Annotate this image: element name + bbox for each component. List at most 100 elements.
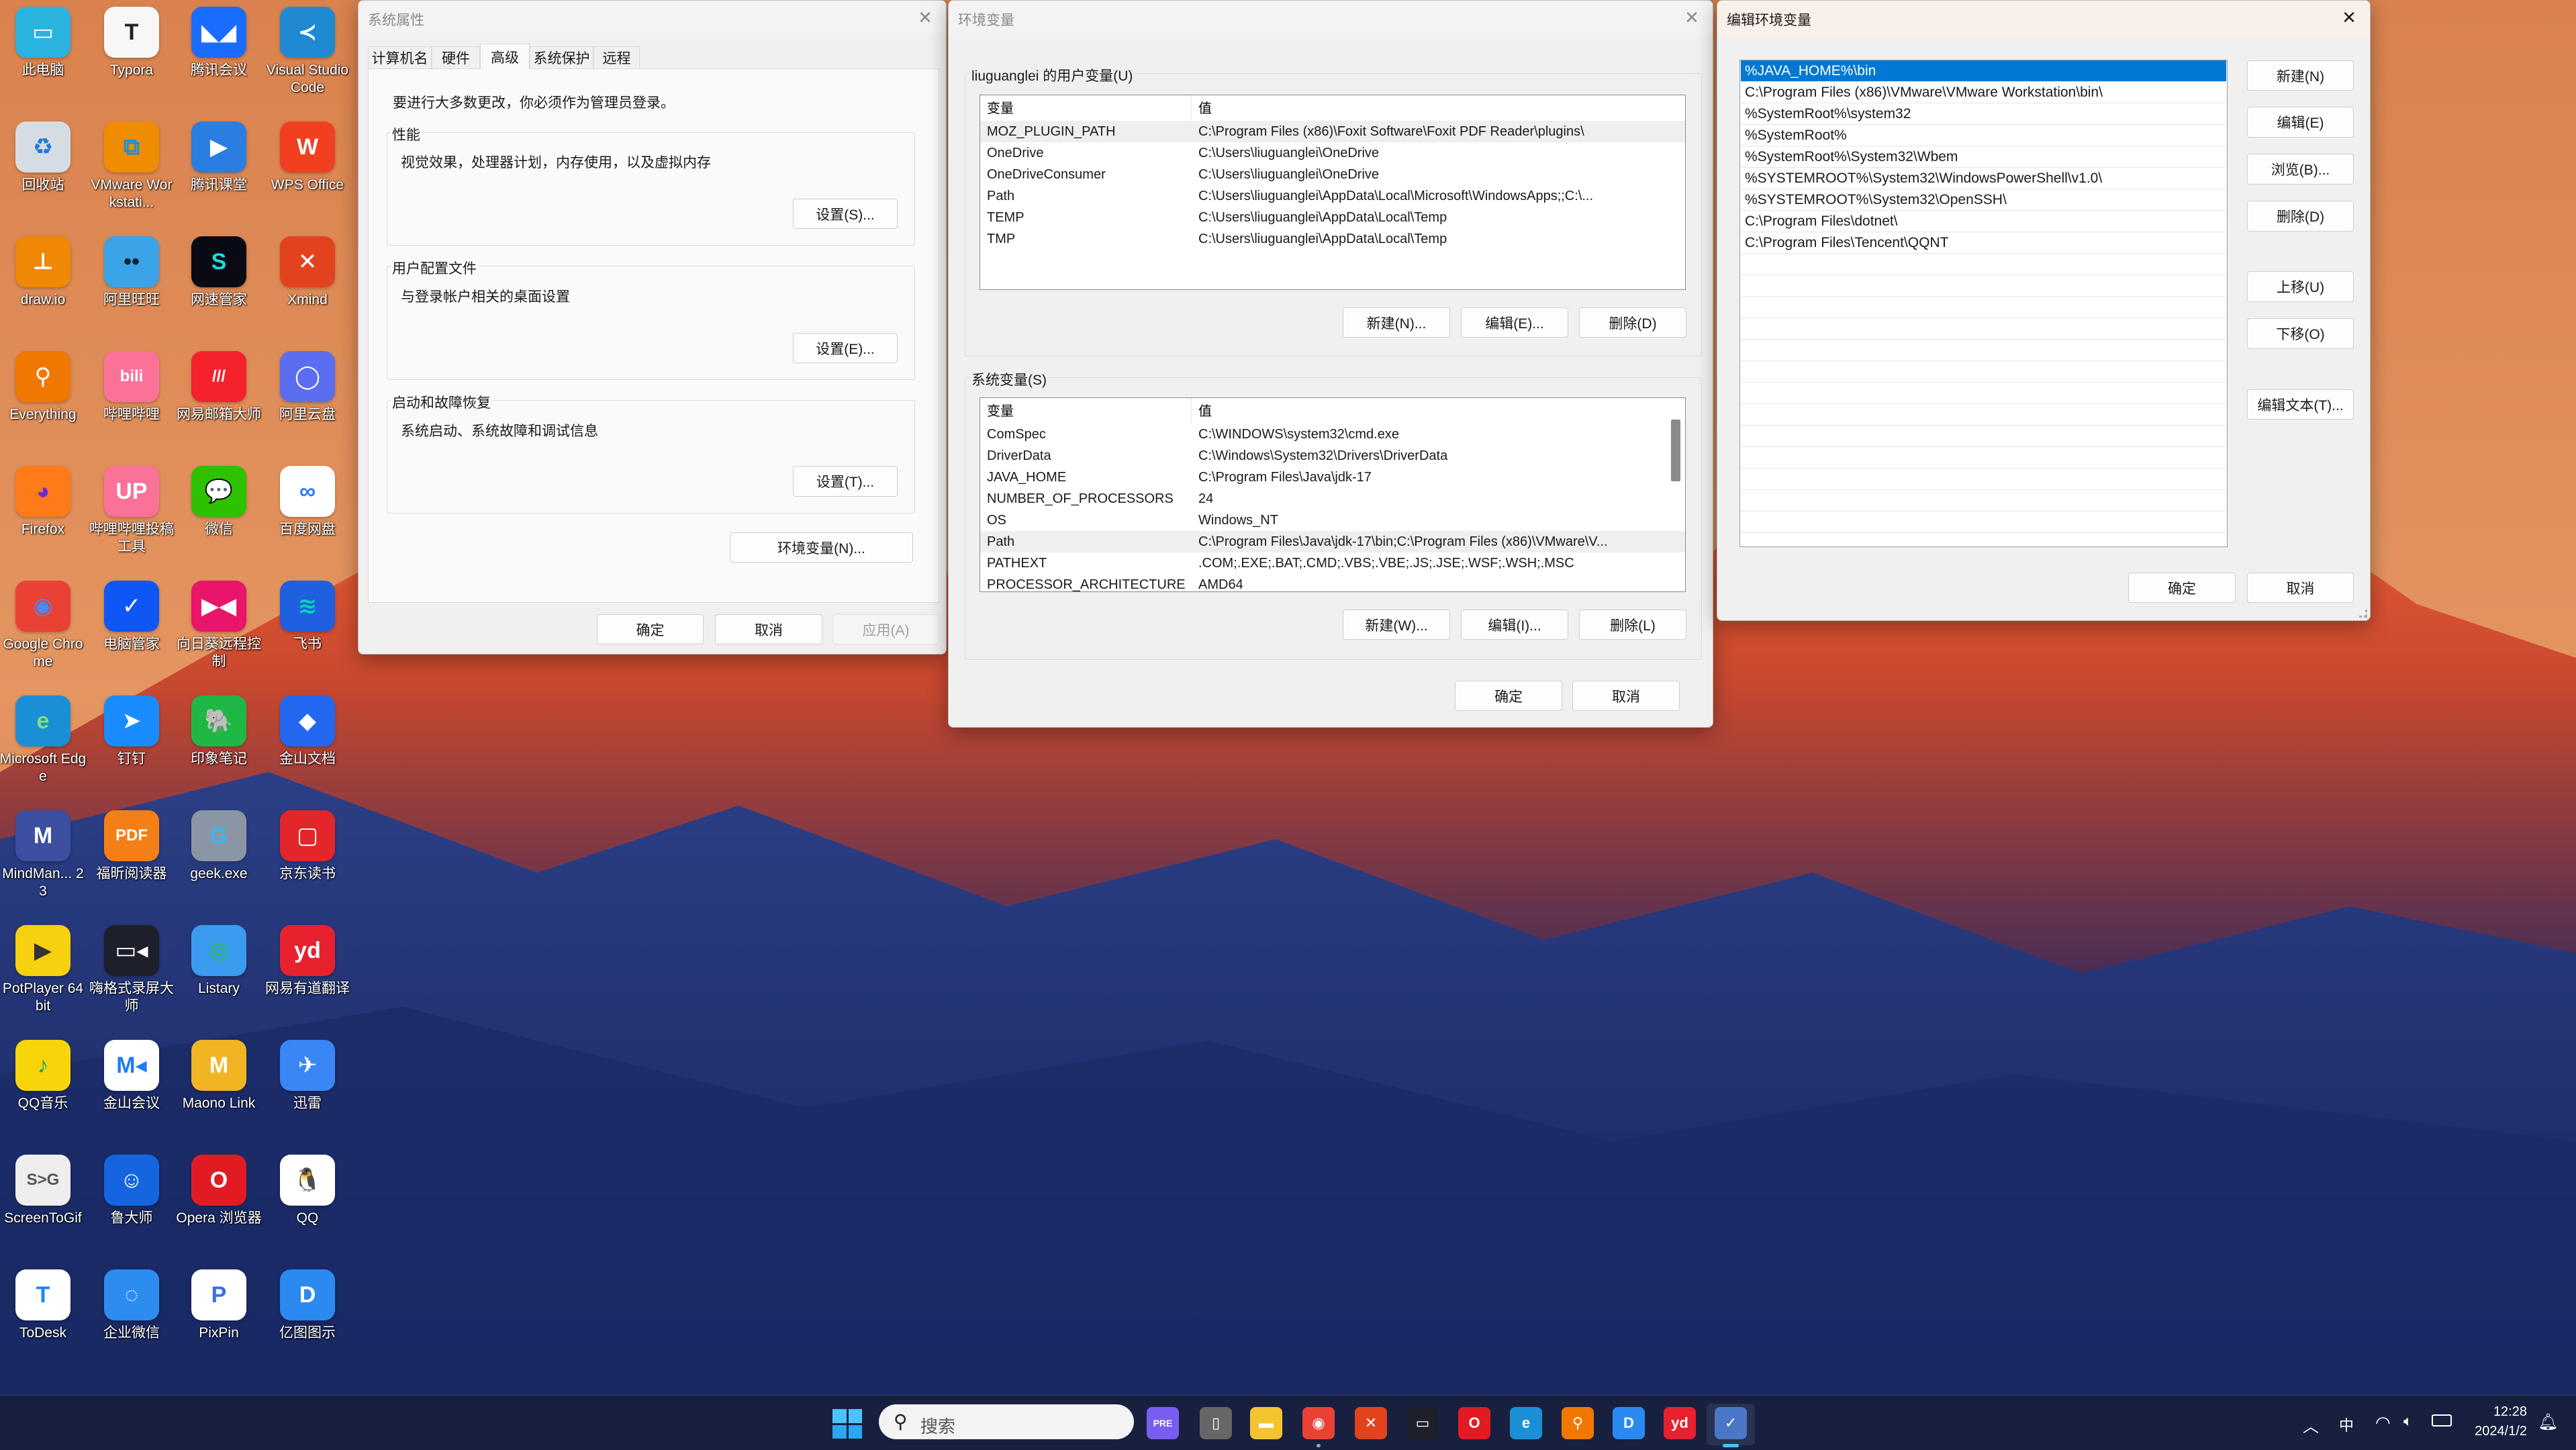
desktop-icon[interactable]: 🐘 印象笔记 <box>175 689 263 804</box>
desktop-icon[interactable]: ♪ QQ音乐 <box>0 1033 87 1148</box>
clock-date[interactable]: 2024/1/2 <box>2475 1424 2527 1439</box>
desktop-icon[interactable]: ✈ 迅雷 <box>264 1033 351 1148</box>
file-explorer-icon[interactable]: ▬ <box>1250 1407 1282 1439</box>
path-entry[interactable]: %SYSTEMROOT%\System32\WindowsPowerShell\… <box>1741 168 2226 189</box>
column-header-variable[interactable]: 变量 <box>987 95 1014 122</box>
scrollbar-thumb[interactable] <box>1671 420 1680 481</box>
desktop-icon[interactable]: ≺ Visual Studio Code <box>264 0 351 115</box>
system-variables-table[interactable]: 变量 值 ComSpec C:\WINDOWS\system32\cmd.exe Dri… <box>980 397 1686 592</box>
edraw-icon[interactable]: D <box>1613 1407 1645 1439</box>
table-row[interactable]: Path C:\Users\liuguanglei\AppData\Local\M… <box>980 185 1685 207</box>
desktop-icon[interactable]: ≋ 飞书 <box>264 574 351 689</box>
volume-icon[interactable]: 🔈︎ <box>2403 1412 2412 1430</box>
column-header-variable[interactable]: 变量 <box>987 398 1014 425</box>
performance-settings-button[interactable]: 设置(S)... <box>793 199 898 229</box>
table-row[interactable]: MOZ_PLUGIN_PATH C:\Program Files (x86)\Fo… <box>980 121 1685 142</box>
desktop-icon[interactable]: M MindMan... 23 <box>0 804 87 918</box>
table-row[interactable]: TEMP C:\Users\liuguanglei\AppData\Local\T… <box>980 207 1685 228</box>
everything-icon[interactable]: ⚲ <box>1562 1407 1594 1439</box>
desktop-icon[interactable]: O Opera 浏览器 <box>175 1148 263 1263</box>
input-method-indicator[interactable]: 中 <box>2339 1414 2354 1435</box>
system-edit-button[interactable]: 编辑(I)... <box>1461 610 1568 640</box>
desktop-icon[interactable]: ◉ Google Chrome <box>0 574 87 689</box>
copilot-icon[interactable]: PRE <box>1147 1407 1179 1439</box>
task-view-icon[interactable]: ▯ <box>1200 1407 1232 1439</box>
user-new-button[interactable]: 新建(N)... <box>1343 307 1450 338</box>
title-bar[interactable]: 系统属性 ✕ <box>359 1 946 34</box>
system-new-button[interactable]: 新建(W)... <box>1343 610 1450 640</box>
system-properties-icon[interactable]: ✓ <box>1715 1407 1747 1439</box>
show-hidden-icons-chevron-icon[interactable]: ︿ <box>2303 1413 2319 1437</box>
path-entries-list[interactable]: %JAVA_HOME%\bin C:\Program Files (x86)\VM… <box>1739 60 2228 547</box>
apply-button[interactable]: 应用(A) <box>832 614 939 644</box>
start-button[interactable] <box>832 1409 862 1439</box>
desktop-icon[interactable]: ∞ 百度网盘 <box>264 459 351 574</box>
ok-button[interactable]: 确定 <box>1455 681 1562 711</box>
desktop-icon[interactable]: ◆ 金山文档 <box>264 689 351 804</box>
desktop-icon[interactable]: ✓ 电脑管家 <box>88 574 175 689</box>
table-row[interactable]: OneDrive C:\Users\liuguanglei\OneDrive <box>980 142 1685 164</box>
desktop-icon[interactable]: PDF 福昕阅读器 <box>88 804 175 918</box>
desktop-icon[interactable]: ▢ 京东读书 <box>264 804 351 918</box>
edge-icon[interactable]: e <box>1510 1407 1542 1439</box>
system-delete-button[interactable]: 删除(L) <box>1579 610 1686 640</box>
user-delete-button[interactable]: 删除(D) <box>1579 307 1686 338</box>
desktop-icon[interactable]: D 亿图图示 <box>264 1263 351 1378</box>
delete-button[interactable]: 删除(D) <box>2247 201 2354 232</box>
column-separator[interactable] <box>1191 95 1192 121</box>
table-row[interactable]: Path C:\Program Files\Java\jdk-17\bin;C:\… <box>980 531 1685 552</box>
desktop-icon[interactable]: S>G ScreenToGif <box>0 1148 87 1263</box>
desktop-icon[interactable]: •• 阿里旺旺 <box>88 230 175 344</box>
desktop-icon[interactable]: ◣◢ 腾讯会议 <box>175 0 263 115</box>
table-row[interactable]: DriverData C:\Windows\System32\Drivers\Dr… <box>980 445 1685 467</box>
path-entry[interactable]: %JAVA_HOME%\bin <box>1741 60 2226 82</box>
desktop-icon[interactable]: 🐧 QQ <box>264 1148 351 1263</box>
browse-button[interactable]: 浏览(B)... <box>2247 154 2354 185</box>
cancel-button[interactable]: 取消 <box>715 614 822 644</box>
desktop-icon[interactable]: ▶ 腾讯课堂 <box>175 115 263 230</box>
close-icon[interactable]: ✕ <box>914 6 937 29</box>
close-icon[interactable]: ✕ <box>1680 6 1703 29</box>
ok-button[interactable]: 确定 <box>2128 573 2236 603</box>
desktop-icon[interactable]: ▶◀ 向日葵远程控制 <box>175 574 263 689</box>
desktop-icon[interactable]: ➤ 钉钉 <box>88 689 175 804</box>
desktop-icon[interactable]: T Typora <box>88 0 175 115</box>
resize-grip-icon[interactable] <box>2359 610 2367 618</box>
desktop-icon[interactable]: ♻ 回收站 <box>0 115 87 230</box>
tab-advanced[interactable]: 高级 <box>480 44 530 69</box>
desktop-icon[interactable]: ▭ 此电脑 <box>0 0 87 115</box>
user-variables-table[interactable]: 变量 值 MOZ_PLUGIN_PATH C:\Program Files (x86)… <box>980 95 1686 290</box>
desktop-icon[interactable]: ✕ Xmind <box>264 230 351 344</box>
table-row[interactable]: ComSpec C:\WINDOWS\system32\cmd.exe <box>980 424 1685 445</box>
user-profiles-settings-button[interactable]: 设置(E)... <box>793 333 898 363</box>
desktop-icon[interactable]: ◎ Listary <box>175 918 263 1033</box>
desktop-icon[interactable]: ◯ 阿里云盘 <box>264 344 351 459</box>
desktop-icon[interactable]: W WPS Office <box>264 115 351 230</box>
move-up-button[interactable]: 上移(U) <box>2247 271 2354 302</box>
desktop-icon[interactable]: e Microsoft Edge <box>0 689 87 804</box>
table-row[interactable]: TMP C:\Users\liuguanglei\AppData\Local\Te… <box>980 228 1685 250</box>
desktop-icon[interactable]: ⚲ Everything <box>0 344 87 459</box>
edit-text-button[interactable]: 编辑文本(T)... <box>2247 389 2354 420</box>
xmind-icon[interactable]: ✕ <box>1355 1407 1387 1439</box>
new-button[interactable]: 新建(N) <box>2247 60 2354 91</box>
path-entry[interactable]: %SystemRoot%\System32\Wbem <box>1741 146 2226 168</box>
startup-recovery-settings-button[interactable]: 设置(T)... <box>793 466 898 497</box>
move-down-button[interactable]: 下移(O) <box>2247 318 2354 349</box>
environment-variables-button[interactable]: 环境变量(N)... <box>730 532 913 563</box>
close-icon[interactable]: ✕ <box>2338 6 2360 29</box>
desktop-icon[interactable]: /// 网易邮箱大师 <box>175 344 263 459</box>
desktop-icon[interactable]: UP 哔哩哔哩投稿工具 <box>88 459 175 574</box>
column-header-value[interactable]: 值 <box>1198 95 1212 122</box>
table-row[interactable]: NUMBER_OF_PROCESSORS 24 <box>980 488 1685 510</box>
path-entry[interactable]: %SystemRoot% <box>1741 125 2226 146</box>
tab-hardware[interactable]: 硬件 <box>432 46 480 68</box>
desktop-icon[interactable]: ⧉ VMware Workstati... <box>88 115 175 230</box>
table-row[interactable]: JAVA_HOME C:\Program Files\Java\jdk-17 <box>980 467 1685 488</box>
notification-bell-icon[interactable]: 🔔︎ <box>2538 1412 2558 1432</box>
search-box[interactable]: ⚲ 搜索 <box>879 1404 1134 1439</box>
title-bar[interactable]: 编辑环境变量 ✕ <box>1717 1 2370 36</box>
tab-system-protection[interactable]: 系统保护 <box>530 46 593 68</box>
table-row[interactable]: PATHEXT .COM;.EXE;.BAT;.CMD;.VBS;.VBE;.JS… <box>980 552 1685 574</box>
column-separator[interactable] <box>1191 398 1192 424</box>
